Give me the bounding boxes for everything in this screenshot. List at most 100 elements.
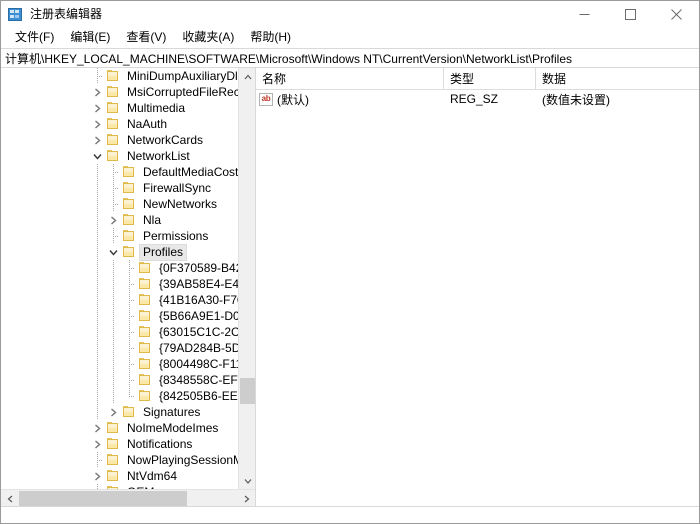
- chevron-down-icon[interactable]: [89, 148, 105, 164]
- tree-node[interactable]: Multimedia: [1, 100, 255, 116]
- minimize-button[interactable]: [561, 1, 607, 27]
- chevron-down-icon[interactable]: [105, 244, 121, 260]
- tree-node[interactable]: Nla: [1, 212, 255, 228]
- tree-guide-line: [89, 244, 105, 260]
- tree-node[interactable]: Profiles: [1, 243, 255, 261]
- registry-tree-pane: MiniDumpAuxiliaryDlls MsiCorruptedFileRec…: [1, 68, 256, 506]
- menu-edit[interactable]: 编辑(E): [62, 27, 118, 48]
- maximize-button[interactable]: [607, 1, 653, 27]
- tree-node[interactable]: NowPlayingSessionManage: [1, 452, 255, 468]
- tree-guide-line: [105, 292, 121, 308]
- tree-node[interactable]: Notifications: [1, 436, 255, 452]
- tree-connector: [121, 372, 137, 388]
- title-bar-left: 注册表编辑器: [1, 1, 102, 27]
- tree-node-label: NetworkCards: [127, 132, 204, 147]
- tree-node[interactable]: NoImeModeImes: [1, 420, 255, 436]
- folder-icon: [137, 340, 153, 356]
- tree-node[interactable]: NewNetworks: [1, 196, 255, 212]
- registry-values-pane: 名称 类型 数据 ab (默认) REG_SZ (数值未设置): [256, 68, 699, 506]
- tree-node[interactable]: NaAuth: [1, 116, 255, 132]
- tree-node[interactable]: DefaultMediaCost: [1, 164, 255, 180]
- folder-icon: [121, 228, 137, 244]
- tree-guide-line: [105, 340, 121, 356]
- tree-vertical-scrollbar[interactable]: [238, 68, 255, 489]
- chevron-right-icon[interactable]: [89, 132, 105, 148]
- chevron-right-icon[interactable]: [105, 404, 121, 420]
- scroll-right-arrow[interactable]: [238, 490, 255, 507]
- tree-node[interactable]: {0F370589-B427-40C: [1, 260, 255, 276]
- folder-icon: [137, 388, 153, 404]
- value-type-cell: REG_SZ: [450, 92, 499, 106]
- tree-guide-line: [89, 356, 105, 372]
- column-header-type[interactable]: 类型: [444, 68, 536, 89]
- tree-node[interactable]: {5B66A9E1-D06B-4BE: [1, 308, 255, 324]
- value-row[interactable]: ab (默认) REG_SZ (数值未设置): [256, 90, 699, 108]
- folder-icon: [137, 372, 153, 388]
- tree-guide-line: [105, 260, 121, 276]
- scroll-up-arrow[interactable]: [239, 68, 255, 85]
- folder-icon: [105, 452, 121, 468]
- chevron-right-icon[interactable]: [89, 436, 105, 452]
- tree-guide-line: [89, 324, 105, 340]
- chevron-right-icon[interactable]: [89, 468, 105, 484]
- folder-icon: [105, 436, 121, 452]
- chevron-right-icon[interactable]: [89, 100, 105, 116]
- tree-guide-line: [89, 228, 105, 244]
- tree-node[interactable]: MsiCorruptedFileRecovery: [1, 84, 255, 100]
- tree-node[interactable]: NetworkList: [1, 148, 255, 164]
- menu-bar: 文件(F) 编辑(E) 查看(V) 收藏夹(A) 帮助(H): [1, 27, 699, 48]
- tree-node[interactable]: NtVdm64: [1, 468, 255, 484]
- tree-scroll-thumb[interactable]: [240, 378, 255, 404]
- tree-node[interactable]: {8348558C-EF2B-42A: [1, 372, 255, 388]
- folder-icon: [105, 100, 121, 116]
- registry-editor-window: 注册表编辑器 文件(F) 编辑(E) 查看(V) 收藏夹(A) 帮助(H) 计算…: [0, 0, 700, 524]
- tree-hscroll-thumb[interactable]: [19, 491, 187, 506]
- chevron-right-icon[interactable]: [89, 84, 105, 100]
- tree-connector: [121, 276, 137, 292]
- tree-node[interactable]: {842505B6-EE88-4840: [1, 388, 255, 404]
- tree-guide-line: [89, 164, 105, 180]
- tree-connector: [105, 228, 121, 244]
- tree-node-label: NewNetworks: [143, 196, 218, 211]
- tree-node[interactable]: Signatures: [1, 404, 255, 420]
- tree-node[interactable]: Permissions: [1, 228, 255, 244]
- menu-file[interactable]: 文件(F): [7, 27, 62, 48]
- chevron-right-icon[interactable]: [89, 420, 105, 436]
- tree-node[interactable]: {41B16A30-F70C-42A: [1, 292, 255, 308]
- close-button[interactable]: [653, 1, 699, 27]
- tree-node[interactable]: MiniDumpAuxiliaryDlls: [1, 68, 255, 84]
- tree-connector: [121, 308, 137, 324]
- tree-horizontal-scrollbar[interactable]: [1, 489, 255, 506]
- column-header-data[interactable]: 数据: [536, 68, 699, 89]
- scroll-down-arrow[interactable]: [239, 472, 255, 489]
- folder-icon: [121, 244, 137, 260]
- chevron-right-icon[interactable]: [89, 116, 105, 132]
- scroll-left-arrow[interactable]: [1, 490, 18, 507]
- tree-node[interactable]: FirewallSync: [1, 180, 255, 196]
- chevron-right-icon[interactable]: [105, 212, 121, 228]
- menu-help[interactable]: 帮助(H): [242, 27, 299, 48]
- tree-connector: [89, 452, 105, 468]
- tree-node[interactable]: {79AD284B-5DA6-46B: [1, 340, 255, 356]
- tree-node-label: Multimedia: [127, 100, 186, 115]
- menu-favorites[interactable]: 收藏夹(A): [174, 27, 242, 48]
- folder-icon: [105, 148, 121, 164]
- tree-node-label: NetworkList: [127, 148, 190, 163]
- tree-connector: [105, 164, 121, 180]
- tree-node[interactable]: NetworkCards: [1, 132, 255, 148]
- tree-connector: [121, 324, 137, 340]
- tree-node[interactable]: {63015C1C-2CCD-4F0: [1, 324, 255, 340]
- tree-node-label: FirewallSync: [143, 180, 212, 195]
- address-bar[interactable]: 计算机\HKEY_LOCAL_MACHINE\SOFTWARE\Microsof…: [1, 48, 699, 68]
- tree-node[interactable]: {8004498C-F11C-41D: [1, 356, 255, 372]
- tree-node[interactable]: {39AB58E4-E49A-460: [1, 276, 255, 292]
- value-data-cell: (数值未设置): [542, 92, 610, 107]
- column-header-name[interactable]: 名称: [256, 68, 444, 89]
- menu-view[interactable]: 查看(V): [118, 27, 174, 48]
- tree-connector: [105, 180, 121, 196]
- tree-guide-line: [89, 276, 105, 292]
